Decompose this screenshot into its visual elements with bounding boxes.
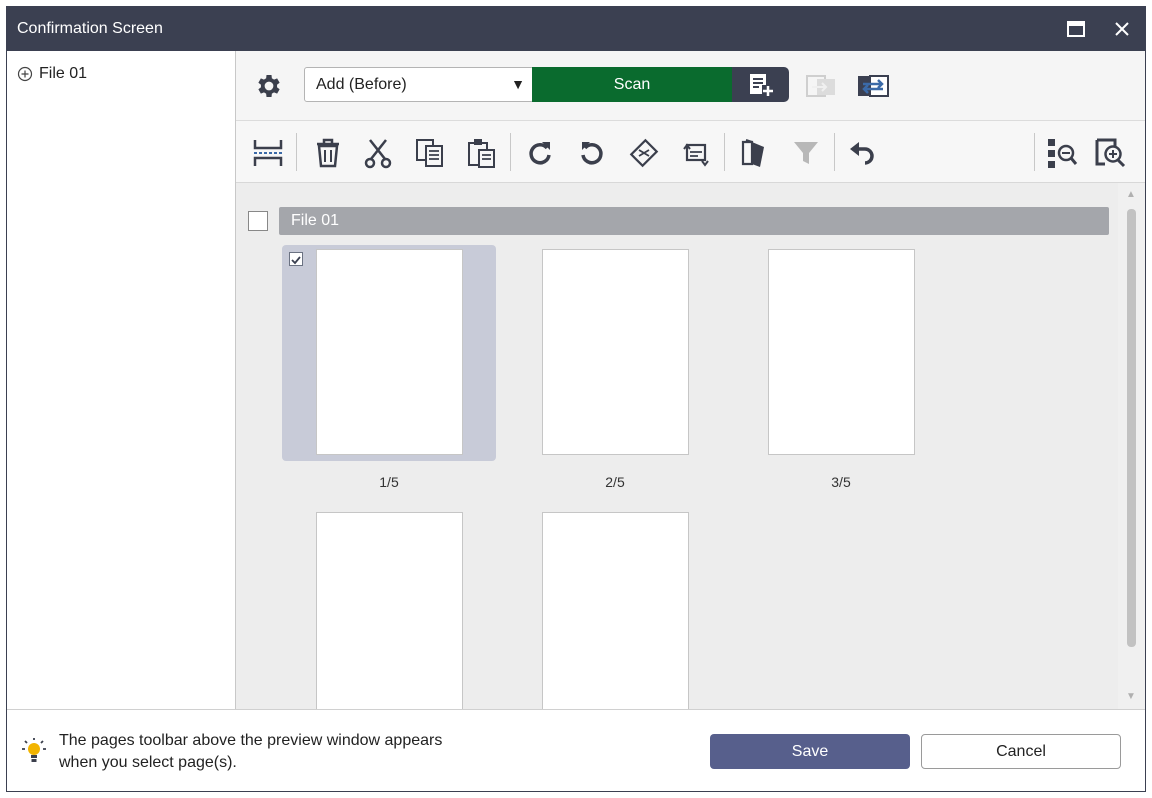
page-checkbox[interactable] [289, 252, 303, 266]
reverse-order-icon [741, 139, 764, 167]
scan-button[interactable]: Scan [532, 67, 732, 102]
delete-button[interactable] [310, 135, 346, 171]
replace-page-button[interactable] [802, 71, 840, 101]
toolbar-separator [296, 133, 297, 171]
insert-mode-dropdown[interactable]: Add (Before) ▼ [304, 67, 534, 102]
close-icon [1115, 22, 1129, 36]
file-tree-sidebar: File 01 [7, 51, 236, 709]
page-thumbnail[interactable] [508, 508, 722, 709]
scrollbar-thumb[interactable] [1127, 209, 1136, 647]
reverse-order-button[interactable] [736, 135, 772, 171]
filter-button[interactable] [788, 135, 824, 171]
auto-rotate-icon [683, 143, 709, 167]
page-thumbnail[interactable] [508, 245, 722, 461]
close-button[interactable] [1107, 15, 1137, 43]
group-header-bar[interactable]: File 01 [279, 207, 1109, 235]
swap-page-icon [858, 75, 889, 97]
page-image [316, 249, 463, 455]
scan-toolbar: Add (Before) ▼ Scan [236, 51, 1145, 121]
dropdown-arrow-icon: ▼ [511, 76, 525, 92]
group-checkbox[interactable] [248, 211, 268, 231]
split-icon [253, 140, 283, 166]
tip-line-2: when you select page(s). [59, 754, 237, 771]
title-bar: Confirmation Screen [7, 7, 1145, 51]
copy-icon [416, 139, 443, 167]
add-page-icon [749, 73, 774, 97]
zoom-in-button[interactable] [1092, 135, 1128, 171]
undo-icon [850, 142, 874, 165]
toolbar-separator [724, 133, 725, 171]
tip-message: The pages toolbar above the preview wind… [59, 730, 499, 774]
delete-icon [317, 138, 339, 168]
page-image [542, 249, 689, 455]
copy-button[interactable] [412, 135, 448, 171]
tree-item-label: File 01 [39, 65, 88, 82]
save-button[interactable]: Save [710, 734, 910, 769]
page-image [316, 512, 463, 709]
rotate-180-icon [629, 138, 659, 168]
expand-plus-icon[interactable] [17, 66, 33, 82]
cut-icon [364, 139, 392, 169]
group-title: File 01 [291, 212, 340, 229]
rotate-left-button[interactable] [574, 135, 610, 171]
page-label: 2/5 [605, 474, 625, 490]
paste-icon [468, 139, 495, 168]
confirmation-window: Confirmation Screen File 01 Add (Before)… [6, 6, 1146, 792]
auto-rotate-button[interactable] [678, 135, 714, 171]
split-button[interactable] [250, 135, 286, 171]
lightbulb-icon [22, 738, 46, 762]
rotate-left-icon [581, 142, 603, 165]
toolbar-separator [1034, 133, 1035, 171]
page-thumbnail[interactable] [282, 508, 496, 709]
tree-item-file-01[interactable]: File 01 [17, 65, 87, 83]
main-panel: Add (Before) ▼ Scan File 01 1/5 2/5 3/5 … [236, 51, 1145, 709]
cancel-button[interactable]: Cancel [921, 734, 1121, 769]
cancel-button-label: Cancel [996, 742, 1046, 760]
cut-button[interactable] [360, 135, 396, 171]
vertical-scrollbar[interactable]: ▲ ▼ [1118, 183, 1145, 709]
save-button-label: Save [791, 742, 829, 760]
preview-area: File 01 1/5 2/5 3/5 [236, 183, 1118, 709]
scan-add-button[interactable] [732, 67, 789, 102]
replace-page-icon [806, 75, 835, 97]
swap-page-button[interactable] [854, 71, 892, 101]
tip-line-1: The pages toolbar above the preview wind… [59, 732, 443, 749]
page-image [542, 512, 689, 709]
scroll-down-icon[interactable]: ▼ [1126, 691, 1136, 702]
zoom-fit-button[interactable] [1044, 135, 1080, 171]
page-thumbnail[interactable] [734, 245, 948, 461]
footer: The pages toolbar above the preview wind… [7, 709, 1145, 791]
toolbar-separator [510, 133, 511, 171]
undo-button[interactable] [844, 135, 880, 171]
zoom-fit-icon [1048, 139, 1078, 168]
page-thumbnail[interactable] [282, 245, 496, 461]
paste-button[interactable] [464, 135, 500, 171]
settings-button[interactable] [254, 71, 284, 101]
page-label: 1/5 [379, 474, 399, 490]
page-toolbar [236, 121, 1145, 183]
check-icon [291, 256, 301, 265]
maximize-icon [1067, 21, 1085, 37]
rotate-right-button[interactable] [522, 135, 558, 171]
rotate-180-button[interactable] [626, 135, 662, 171]
page-image [768, 249, 915, 455]
zoom-in-icon [1095, 138, 1126, 168]
filter-icon [794, 142, 818, 164]
maximize-button[interactable] [1061, 15, 1091, 43]
page-label: 3/5 [831, 474, 851, 490]
scroll-up-icon[interactable]: ▲ [1126, 189, 1136, 200]
scan-button-label: Scan [613, 75, 651, 93]
toolbar-separator [834, 133, 835, 171]
insert-mode-value: Add (Before) [316, 75, 407, 93]
window-title: Confirmation Screen [17, 20, 163, 37]
gear-icon [258, 75, 280, 97]
rotate-right-icon [529, 142, 551, 165]
